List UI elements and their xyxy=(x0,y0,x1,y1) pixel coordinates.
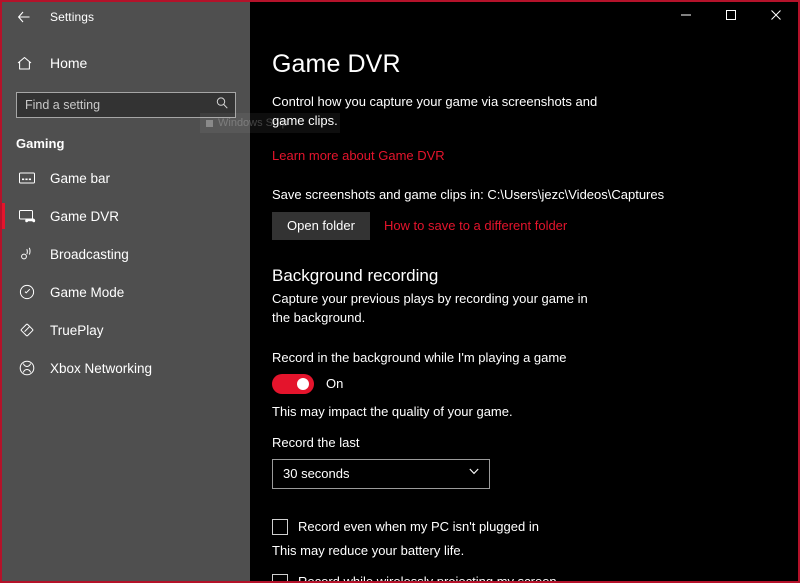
maximize-button[interactable] xyxy=(708,2,753,32)
sidebar-item-home[interactable]: Home xyxy=(2,46,250,80)
search-input[interactable] xyxy=(25,98,215,112)
page-description: Control how you capture your game via sc… xyxy=(272,93,612,131)
close-icon xyxy=(770,8,782,26)
sidebar-item-label: Game bar xyxy=(50,171,110,186)
title-bar: Settings xyxy=(2,2,798,32)
sidebar-item-label: Broadcasting xyxy=(50,247,129,262)
different-folder-link[interactable]: How to save to a different folder xyxy=(384,218,567,233)
learn-more-link[interactable]: Learn more about Game DVR xyxy=(272,148,445,163)
broadcasting-icon xyxy=(16,243,38,265)
settings-window: Settings xyxy=(0,0,800,583)
home-icon xyxy=(16,55,38,72)
game-bar-icon xyxy=(16,167,38,189)
sidebar-item-label: Game DVR xyxy=(50,209,119,224)
sidebar-item-game-bar[interactable]: Game bar xyxy=(2,159,250,197)
record-background-toggle[interactable] xyxy=(272,374,314,394)
minimize-icon xyxy=(680,8,692,26)
save-location-text: Save screenshots and game clips in: C:\U… xyxy=(272,187,776,202)
sidebar-nav-list: Game bar Game DVR xyxy=(2,159,250,387)
sidebar-item-label: Xbox Networking xyxy=(50,361,152,376)
sidebar-item-game-mode[interactable]: Game Mode xyxy=(2,273,250,311)
home-label: Home xyxy=(50,55,87,71)
record-on-battery-checkbox[interactable] xyxy=(272,519,288,535)
chevron-down-icon xyxy=(467,464,481,483)
background-recording-heading: Background recording xyxy=(272,266,776,286)
record-duration-select[interactable]: 30 seconds xyxy=(272,459,490,489)
folder-actions-row: Open folder How to save to a different f… xyxy=(272,212,776,240)
record-background-hint: This may impact the quality of your game… xyxy=(272,404,776,419)
main-content: Game DVR Control how you capture your ga… xyxy=(250,32,798,583)
sidebar: Home Gaming xyxy=(2,32,250,583)
sidebar-item-xbox-networking[interactable]: Xbox Networking xyxy=(2,349,250,387)
record-on-battery-checkbox-row[interactable]: Record even when my PC isn't plugged in xyxy=(272,519,776,535)
xbox-networking-icon xyxy=(16,357,38,379)
record-background-toggle-row: On xyxy=(272,374,776,394)
back-button[interactable] xyxy=(2,2,46,32)
page-title: Game DVR xyxy=(272,50,776,79)
open-folder-button[interactable]: Open folder xyxy=(272,212,370,240)
record-while-projecting-checkbox-row[interactable]: Record while wirelessly projecting my sc… xyxy=(272,574,776,583)
close-button[interactable] xyxy=(753,2,798,32)
toggle-knob xyxy=(297,378,309,390)
window-controls xyxy=(250,2,798,32)
minimize-button[interactable] xyxy=(663,2,708,32)
maximize-icon xyxy=(725,8,737,26)
record-on-battery-hint: This may reduce your battery life. xyxy=(272,543,776,558)
record-while-projecting-label: Record while wirelessly projecting my sc… xyxy=(298,574,557,583)
sidebar-item-game-dvr[interactable]: Game DVR xyxy=(2,197,250,235)
record-on-battery-label: Record even when my PC isn't plugged in xyxy=(298,519,539,534)
search-box[interactable] xyxy=(16,92,236,118)
trueplay-icon xyxy=(16,319,38,341)
app-title: Settings xyxy=(50,10,94,24)
search-icon xyxy=(215,96,229,115)
sidebar-item-broadcasting[interactable]: Broadcasting xyxy=(2,235,250,273)
game-dvr-icon xyxy=(16,205,38,227)
sidebar-item-label: Game Mode xyxy=(50,285,124,300)
record-duration-value: 30 seconds xyxy=(283,466,467,481)
toggle-state-label: On xyxy=(326,376,343,391)
sidebar-section-title: Gaming xyxy=(2,136,250,151)
record-while-projecting-checkbox[interactable] xyxy=(272,574,288,583)
background-recording-description: Capture your previous plays by recording… xyxy=(272,290,592,328)
title-bar-left: Settings xyxy=(2,2,250,32)
record-duration-label: Record the last xyxy=(272,435,776,450)
record-background-label: Record in the background while I'm playi… xyxy=(272,350,776,365)
sidebar-item-label: TruePlay xyxy=(50,323,104,338)
sidebar-item-trueplay[interactable]: TruePlay xyxy=(2,311,250,349)
game-mode-icon xyxy=(16,281,38,303)
back-arrow-icon xyxy=(16,9,32,25)
